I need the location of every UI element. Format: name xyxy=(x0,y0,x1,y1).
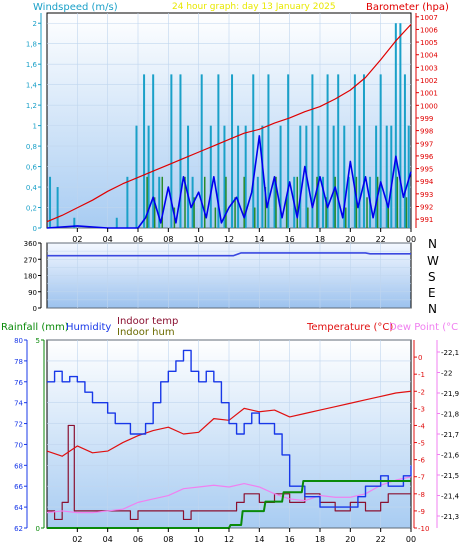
rain-y-label-5: 5 xyxy=(36,337,40,345)
p3-x-label-08: 08 xyxy=(163,535,173,544)
dir-label-0: 0 xyxy=(33,305,37,313)
baro-y-label-1007: 1007 xyxy=(420,14,438,22)
p3-x-label-22: 22 xyxy=(376,535,386,544)
dew-y-label--21,4: -21,4 xyxy=(441,493,459,501)
dew-y-label--21,8: -21,8 xyxy=(441,411,459,419)
p3-x-label-04: 04 xyxy=(103,535,113,544)
p3-x-label-20: 20 xyxy=(345,535,355,544)
wind-y-label-1,6: 1,6 xyxy=(26,61,38,69)
dir-label-360: 360 xyxy=(24,240,37,248)
baro-y-label-998: 998 xyxy=(420,128,433,136)
windspeed-axis-title: Windspeed (m/s) xyxy=(33,2,118,13)
baro-y-label-993: 993 xyxy=(420,191,433,199)
weather-graph-page: 0 0,2 0,4 0,6 0,8 1 1,2 1,4 1,6 1,8 2 991 992 993 994 9… xyxy=(0,0,459,555)
baro-y-label-997: 997 xyxy=(420,140,433,148)
p3-x-label-18: 18 xyxy=(315,535,325,544)
wind-y-label-0,4: 0,4 xyxy=(26,184,38,192)
wind-y-label-1,4: 1,4 xyxy=(26,82,38,90)
baro-y-label-1004: 1004 xyxy=(420,52,438,60)
dew-y-label--21,3: -21,3 xyxy=(441,513,459,521)
dewpoint-axis-title: Dew Point (°C) xyxy=(389,322,459,333)
dew-y-label--21,9: -21,9 xyxy=(441,390,459,398)
hum-y-label-68: 68 xyxy=(14,462,23,470)
rainfall-axis-title: Rainfall (mm) xyxy=(1,322,69,333)
compass-label-n-top: N xyxy=(428,237,437,251)
dew-y-label--22,1: -22,1 xyxy=(441,349,459,357)
dir-label-270: 270 xyxy=(24,256,37,264)
dew-y-label--21,7: -21,7 xyxy=(441,431,459,439)
p3-x-label-06: 06 xyxy=(133,535,143,544)
hum-y-label-66: 66 xyxy=(14,483,23,491)
temp-y-label--10: -10 xyxy=(418,525,429,533)
rain-y-label-0: 0 xyxy=(36,525,40,533)
compass-label-s: S xyxy=(428,270,436,284)
humidity-axis-title: Humidity xyxy=(66,322,111,333)
dir-label-180: 180 xyxy=(24,273,37,281)
dir-label-90: 90 xyxy=(28,289,37,297)
temp-y-label--4: -4 xyxy=(418,422,426,430)
temp-y-label--5: -5 xyxy=(418,440,425,448)
wind-y-label-0: 0 xyxy=(33,225,37,233)
graph-date-title: 24 hour graph: day 13 January 2025 xyxy=(172,2,336,12)
temp-y-label-0: 0 xyxy=(418,354,422,362)
wind-y-label-1,8: 1,8 xyxy=(26,41,37,49)
baro-y-label-992: 992 xyxy=(420,204,433,212)
p3-x-label-00: 00 xyxy=(406,535,416,544)
baro-y-label-1006: 1006 xyxy=(420,26,438,34)
direction-axes: 0 90 180 270 360 xyxy=(24,240,42,313)
compass-labels: N W S E N xyxy=(427,237,439,316)
dew-y-label--22: -22 xyxy=(441,370,452,378)
temp-y-label--7: -7 xyxy=(418,474,425,482)
wind-y-label-0,8: 0,8 xyxy=(26,143,37,151)
hum-y-label-72: 72 xyxy=(14,421,23,429)
hum-y-label-70: 70 xyxy=(14,441,23,449)
wind-y-label-2: 2 xyxy=(33,20,37,28)
baro-y-label-996: 996 xyxy=(420,153,434,161)
compass-label-n-bottom: N xyxy=(428,302,437,316)
hum-y-label-78: 78 xyxy=(14,358,23,366)
hum-y-label-80: 80 xyxy=(14,337,23,345)
hum-y-label-76: 76 xyxy=(14,379,23,387)
indoor-temp-label: Indoor temp xyxy=(117,316,178,327)
baro-y-label-999: 999 xyxy=(420,115,433,123)
temperature-axis-title: Temperature (°C) xyxy=(306,322,393,333)
temp-y-label--1: -1 xyxy=(418,371,425,379)
hum-y-label-74: 74 xyxy=(14,400,23,408)
p3-x-label-02: 02 xyxy=(72,535,82,544)
temp-y-label--2: -2 xyxy=(418,388,425,396)
temp-y-label--9: -9 xyxy=(418,508,425,516)
wind-y-label-1: 1 xyxy=(33,123,37,131)
hum-y-label-62: 62 xyxy=(14,525,23,533)
temp-y-label--3: -3 xyxy=(418,405,425,413)
weather-chart-svg: 0 0,2 0,4 0,6 0,8 1 1,2 1,4 1,6 1,8 2 991 992 993 994 9… xyxy=(1,2,459,544)
temp-y-label--8: -8 xyxy=(418,491,425,499)
indoor-hum-label: Indoor hum xyxy=(117,327,175,338)
baro-y-label-1005: 1005 xyxy=(420,39,438,47)
compass-label-w: W xyxy=(427,254,439,268)
wind-y-label-0,2: 0,2 xyxy=(26,205,37,213)
p3-x-label-10: 10 xyxy=(194,535,204,544)
wind-y-label-0,6: 0,6 xyxy=(26,164,38,172)
hum-y-label-64: 64 xyxy=(14,504,23,512)
p3-x-label-12: 12 xyxy=(224,535,234,544)
wind-y-label-1,2: 1,2 xyxy=(26,102,37,110)
p3-x-label-14: 14 xyxy=(254,535,264,544)
baro-y-label-1000: 1000 xyxy=(420,102,438,110)
compass-label-e: E xyxy=(428,286,436,300)
temp-y-label--6: -6 xyxy=(418,457,426,465)
baro-y-label-995: 995 xyxy=(420,166,433,174)
baro-y-label-1003: 1003 xyxy=(420,64,438,72)
dew-y-label--21,5: -21,5 xyxy=(441,472,459,480)
baro-y-label-1002: 1002 xyxy=(420,77,438,85)
baro-y-label-991: 991 xyxy=(420,216,433,224)
p3-x-label-16: 16 xyxy=(285,535,295,544)
baro-y-label-1001: 1001 xyxy=(420,90,438,98)
barometer-axis-title: Barometer (hpa) xyxy=(366,2,449,13)
baro-y-label-994: 994 xyxy=(420,178,434,186)
dew-y-label--21,6: -21,6 xyxy=(441,452,459,460)
